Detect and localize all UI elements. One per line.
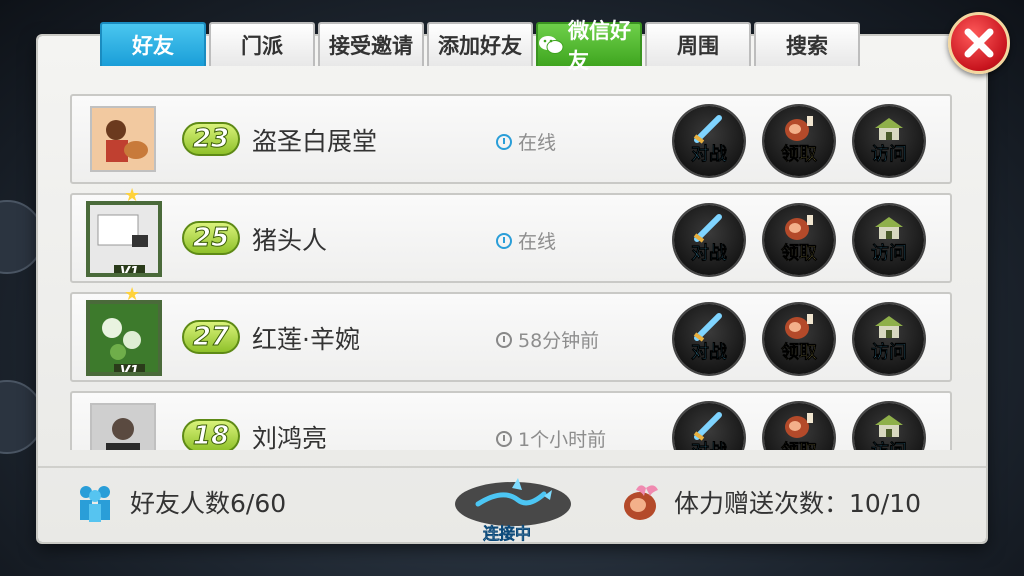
friend-name: 猪头人 [252, 226, 328, 255]
avatar[interactable] [90, 106, 156, 172]
status-text: 在线 [518, 231, 557, 253]
star-icon: ★ [124, 185, 141, 206]
friend-row[interactable]: 18 刘鸿亮 1个小时前 对战 领取 访问 [70, 391, 952, 450]
avatar[interactable]: V1 [86, 300, 162, 376]
visit-button[interactable]: 访问 [854, 205, 924, 275]
claim-label: 领取 [781, 342, 818, 364]
tab-nearby[interactable]: 周围 [645, 22, 751, 66]
battle-label: 对战 [691, 243, 728, 265]
vip-badge: V1 [114, 265, 146, 273]
avatar[interactable] [90, 403, 156, 450]
footer-bar: 好友人数6/60 连接中 体力赠送次数：10/10 [38, 466, 986, 544]
battle-label: 对战 [691, 342, 728, 364]
visit-button[interactable]: 访问 [854, 106, 924, 176]
visit-label: 访问 [871, 144, 908, 166]
battle-button[interactable]: 对战 [674, 403, 744, 450]
friend-name: 刘鸿亮 [252, 424, 328, 450]
friend-list[interactable]: 23 盗圣白展堂 在线 对战 领取 访问 V1 ★ 25 猪头人 在线 对战 领… [70, 94, 954, 450]
tab-label: 搜索 [786, 34, 828, 58]
claim-label: 领取 [781, 144, 818, 166]
visit-button[interactable]: 访问 [854, 304, 924, 374]
tab-accept-invites[interactable]: 接受邀请 [318, 22, 424, 66]
friends-icon [80, 486, 110, 522]
avatar[interactable]: V1 [86, 201, 162, 277]
level-badge: 23 [182, 122, 240, 156]
tab-sect[interactable]: 门派 [209, 22, 315, 66]
friend-row[interactable]: V1 ★ 27 红莲·辛婉 58分钟前 对战 领取 访问 [70, 284, 952, 382]
battle-button[interactable]: 对战 [674, 205, 744, 275]
tab-search[interactable]: 搜索 [754, 22, 860, 66]
close-button[interactable] [948, 12, 1010, 74]
star-icon: ★ [124, 284, 141, 305]
gift-meat-icon [624, 485, 658, 520]
clock-icon [496, 430, 512, 447]
friend-row[interactable]: V1 ★ 25 猪头人 在线 对战 领取 访问 [70, 185, 952, 283]
friend-status: 在线 [496, 227, 556, 254]
friend-status: 58分钟前 [496, 326, 599, 353]
level-badge: 25 [182, 221, 240, 255]
battle-label: 对战 [691, 144, 728, 166]
claim-button[interactable]: 领取 [764, 403, 834, 450]
tab-label: 门派 [241, 34, 283, 58]
status-text: 58分钟前 [518, 330, 600, 352]
status-text: 在线 [518, 132, 557, 154]
tab-label: 周围 [677, 34, 719, 58]
friend-name: 红莲·辛婉 [252, 325, 360, 354]
tab-label: 微信好友 [568, 19, 631, 73]
battle-button[interactable]: 对战 [674, 304, 744, 374]
tab-friends[interactable]: 好友 [100, 22, 206, 66]
claim-button[interactable]: 领取 [764, 106, 834, 176]
tab-label: 好友 [132, 34, 174, 58]
claim-button[interactable]: 领取 [764, 205, 834, 275]
tab-label: 添加好友 [438, 34, 522, 58]
close-icon [964, 28, 994, 58]
friend-status: 1个小时前 [496, 425, 606, 450]
tab-label: 接受邀请 [329, 34, 413, 58]
tab-wechat-friends[interactable]: 微信好友 [536, 19, 642, 73]
visit-label: 访问 [871, 437, 908, 450]
tab-bar: 好友 门派 接受邀请 添加好友 微信好友 周围 搜索 [100, 19, 860, 73]
friend-count: 好友人数6/60 [130, 489, 287, 518]
friend-status: 在线 [496, 128, 556, 155]
level-badge: 27 [182, 320, 240, 354]
clock-icon [496, 232, 512, 249]
visit-label: 访问 [871, 243, 908, 265]
gift-count: 体力赠送次数：10/10 [674, 489, 922, 518]
battle-button[interactable]: 对战 [674, 106, 744, 176]
visit-label: 访问 [871, 342, 908, 364]
claim-button[interactable]: 领取 [764, 304, 834, 374]
tab-add-friend[interactable]: 添加好友 [427, 22, 533, 66]
battle-label: 对战 [691, 437, 728, 450]
clock-icon [496, 133, 512, 150]
friend-row[interactable]: 23 盗圣白展堂 在线 对战 领取 访问 [70, 94, 952, 184]
wechat-icon [538, 35, 564, 55]
status-text: 1个小时前 [518, 429, 607, 450]
clock-icon [496, 331, 512, 348]
visit-button[interactable]: 访问 [854, 403, 924, 450]
connection-status: 连接中 [483, 524, 532, 544]
friend-name: 盗圣白展堂 [252, 127, 378, 156]
claim-label: 领取 [781, 437, 818, 450]
vip-badge: V1 [114, 364, 146, 372]
level-badge: 18 [182, 419, 240, 450]
claim-label: 领取 [781, 243, 818, 265]
